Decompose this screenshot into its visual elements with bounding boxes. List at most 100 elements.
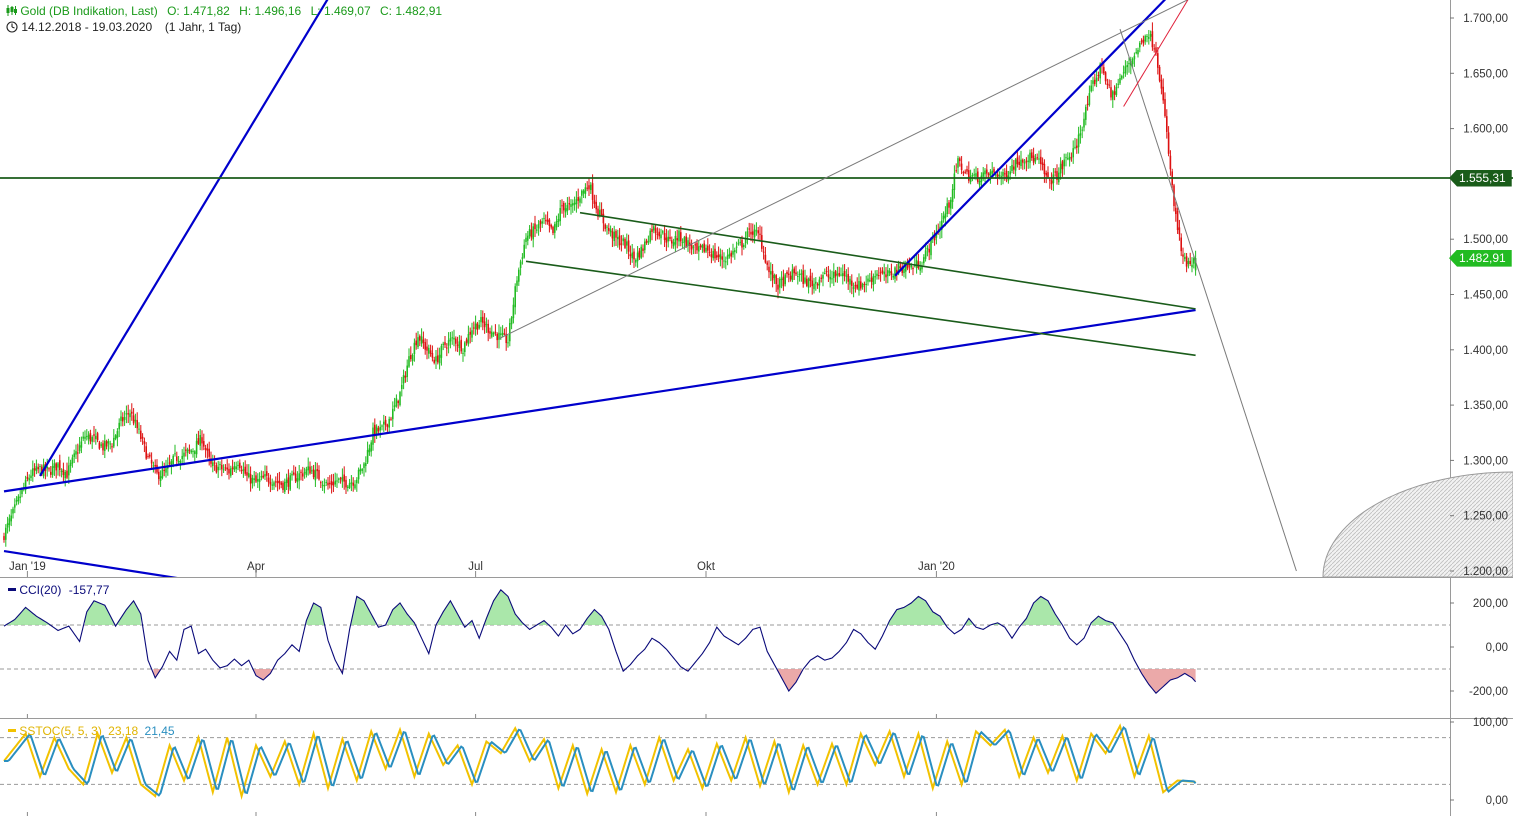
candle-body bbox=[1149, 34, 1152, 37]
candle-body bbox=[314, 470, 317, 481]
candle-body bbox=[568, 203, 570, 205]
candle-body bbox=[93, 434, 95, 436]
candle-body bbox=[224, 467, 227, 469]
candle-body bbox=[302, 473, 304, 477]
candle-body bbox=[1094, 79, 1096, 85]
candle-body bbox=[320, 482, 322, 484]
candle-body bbox=[969, 176, 972, 183]
candle-body bbox=[329, 482, 331, 485]
candle-body bbox=[1005, 170, 1008, 178]
candle-body bbox=[707, 245, 709, 251]
candle-body bbox=[1011, 164, 1013, 171]
candle-body bbox=[352, 482, 354, 486]
candle-body bbox=[809, 275, 812, 281]
candle-body bbox=[1185, 256, 1188, 267]
candle-body bbox=[123, 416, 126, 420]
candle-body bbox=[705, 247, 707, 252]
candle-body bbox=[208, 448, 210, 457]
candle-body bbox=[951, 189, 954, 202]
candle-body bbox=[968, 170, 970, 181]
candle-body bbox=[181, 455, 183, 460]
cci-overbought-fill bbox=[437, 600, 463, 625]
candle-body bbox=[122, 417, 124, 422]
candle-body bbox=[564, 208, 567, 213]
candle-body bbox=[257, 479, 259, 482]
candle-body bbox=[377, 428, 380, 432]
candle-body bbox=[46, 466, 48, 469]
candle-body bbox=[336, 480, 338, 482]
candle-body bbox=[793, 268, 795, 274]
candle-body bbox=[240, 470, 243, 472]
x-tick-label: Apr bbox=[247, 561, 265, 573]
candle-body bbox=[305, 469, 308, 475]
candle-body bbox=[766, 262, 768, 265]
candle-body bbox=[287, 477, 290, 487]
candle-body bbox=[595, 201, 597, 210]
candle-body bbox=[833, 271, 835, 279]
candle-body bbox=[496, 333, 498, 341]
candle-body bbox=[779, 278, 781, 288]
candle-body bbox=[390, 418, 392, 420]
candle-body bbox=[188, 449, 191, 451]
candle-body bbox=[744, 238, 747, 244]
gray-trendline bbox=[1119, 28, 1297, 572]
candle-body bbox=[357, 469, 360, 480]
candle-body bbox=[960, 163, 963, 170]
candle-body bbox=[1029, 152, 1031, 163]
candle-body bbox=[15, 500, 18, 502]
candle-body bbox=[518, 269, 520, 282]
candle-body bbox=[719, 254, 722, 259]
candle-body bbox=[311, 470, 313, 472]
candle-body bbox=[60, 470, 63, 472]
candle-body bbox=[838, 272, 840, 276]
candle-body bbox=[249, 474, 252, 484]
cci-tick-label: -200,00 bbox=[1469, 686, 1508, 698]
candle-body bbox=[739, 241, 741, 243]
candle-body bbox=[1137, 49, 1139, 55]
candle-body bbox=[500, 333, 502, 335]
candle-body bbox=[75, 451, 77, 455]
candle-body bbox=[87, 434, 90, 440]
candle-body bbox=[413, 342, 416, 355]
candle-body bbox=[581, 190, 583, 196]
candle-body bbox=[275, 481, 277, 483]
candle-body bbox=[888, 270, 891, 273]
candle-body bbox=[959, 158, 961, 162]
candle-body bbox=[699, 245, 702, 248]
y-tick-label: 1.600,00 bbox=[1463, 124, 1508, 136]
candle-body bbox=[1119, 77, 1121, 84]
candle-body bbox=[219, 464, 221, 466]
candle-body bbox=[1113, 91, 1116, 95]
candle-body bbox=[69, 462, 72, 466]
candle-body bbox=[870, 277, 873, 282]
candle-body bbox=[428, 347, 430, 354]
candle-body bbox=[912, 267, 914, 270]
chart-canvas[interactable]: 200,00 0,00 -200,00 100,00 0,00 1.700,00 1.6… bbox=[0, 0, 1513, 816]
y-tick-label: 1.650,00 bbox=[1463, 68, 1508, 80]
candle-body bbox=[759, 233, 761, 235]
candle-body bbox=[1160, 79, 1163, 89]
candle-body bbox=[876, 273, 878, 276]
candle-body bbox=[534, 223, 536, 230]
candle-body bbox=[615, 230, 617, 238]
candle-body bbox=[269, 481, 272, 485]
candle-body bbox=[786, 271, 788, 275]
candle-body bbox=[878, 275, 880, 277]
candle-body bbox=[383, 421, 385, 425]
candle-body bbox=[406, 365, 408, 377]
candle-body bbox=[714, 248, 716, 259]
candle-body bbox=[813, 283, 815, 290]
candle-body bbox=[771, 270, 774, 281]
candle-body bbox=[1191, 264, 1193, 268]
candle-body bbox=[1139, 42, 1141, 48]
candle-body bbox=[1036, 157, 1038, 159]
candle-body bbox=[246, 472, 248, 476]
candle-body bbox=[1166, 116, 1168, 132]
candle-body bbox=[343, 474, 345, 482]
candle-body bbox=[334, 480, 336, 485]
candle-body bbox=[1031, 152, 1033, 158]
candle-body bbox=[692, 246, 695, 248]
candle-body bbox=[1112, 91, 1114, 100]
candle-body bbox=[854, 284, 857, 287]
candle-body bbox=[1041, 162, 1044, 165]
